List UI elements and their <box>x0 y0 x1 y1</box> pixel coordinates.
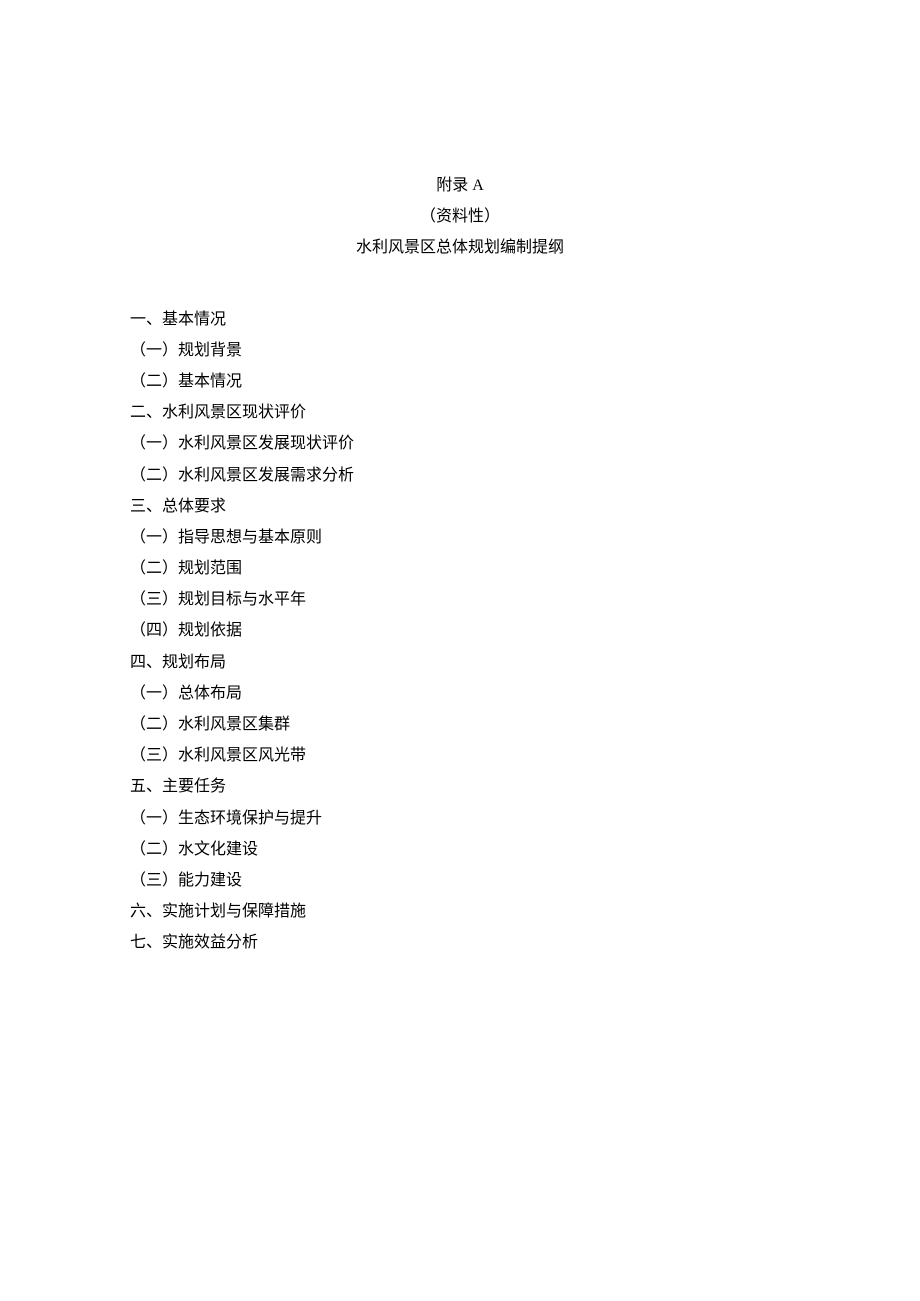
outline-item: （二）规划范围 <box>130 553 790 584</box>
document-title: 水利风景区总体规划编制提纲 <box>130 232 790 263</box>
outline-item: （一）总体布局 <box>130 678 790 709</box>
outline-item: （二）水利风景区发展需求分析 <box>130 460 790 491</box>
outline-item: （三）能力建设 <box>130 865 790 896</box>
outline-item: （一）生态环境保护与提升 <box>130 803 790 834</box>
outline-item: 一、基本情况 <box>130 304 790 335</box>
outline-item: （四）规划依据 <box>130 615 790 646</box>
outline-item: 三、总体要求 <box>130 491 790 522</box>
outline-item: （三）规划目标与水平年 <box>130 584 790 615</box>
outline-item: （一）指导思想与基本原则 <box>130 522 790 553</box>
informative-label: （资料性） <box>130 201 790 232</box>
appendix-label: 附录 A <box>130 170 790 201</box>
outline-item: （三）水利风景区风光带 <box>130 740 790 771</box>
outline-item: 四、规划布局 <box>130 647 790 678</box>
outline-item: （二）基本情况 <box>130 366 790 397</box>
outline-item: 五、主要任务 <box>130 771 790 802</box>
outline-item: （一）规划背景 <box>130 335 790 366</box>
outline-item: 六、实施计划与保障措施 <box>130 896 790 927</box>
outline-item: （二）水文化建设 <box>130 834 790 865</box>
document-header: 附录 A （资料性） 水利风景区总体规划编制提纲 <box>130 170 790 264</box>
outline-item: 七、实施效益分析 <box>130 927 790 958</box>
outline-content: 一、基本情况 （一）规划背景 （二）基本情况 二、水利风景区现状评价 （一）水利… <box>130 304 790 959</box>
outline-item: （一）水利风景区发展现状评价 <box>130 428 790 459</box>
outline-item: （二）水利风景区集群 <box>130 709 790 740</box>
outline-item: 二、水利风景区现状评价 <box>130 397 790 428</box>
